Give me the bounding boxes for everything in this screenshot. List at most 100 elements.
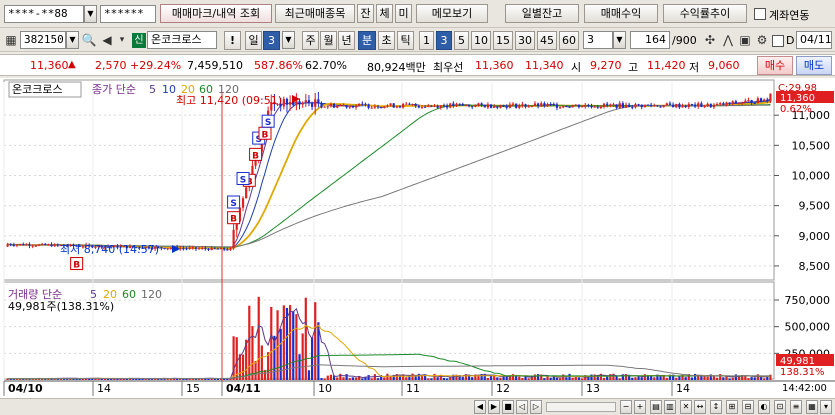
date-checkbox[interactable] [772,35,784,47]
interval-45-button[interactable]: 45 [537,31,557,50]
chart-tool-5-button[interactable]: ↕ [710,400,722,414]
interval-1-button[interactable]: 1 [419,31,434,50]
chart-tool-6-button[interactable]: ⊞ [726,400,738,414]
account-link-checkbox[interactable] [754,8,766,20]
candle-body [455,103,458,107]
trade-profit-button[interactable]: 매매수익 [584,4,658,23]
period-minute-button[interactable]: 분 [358,31,376,50]
candle-body [216,248,220,250]
candle-body [678,103,681,108]
trade-mark-query-button[interactable]: 매매마크/내역 조회 [160,4,272,23]
chart-tool-12-button[interactable]: ▾ [820,400,832,414]
daily-balance-button[interactable]: 일별잔고 [505,4,579,23]
scroll-left-button[interactable]: ◁ [516,400,528,414]
stop-button[interactable]: ■ [502,400,514,414]
volume-bar [715,377,719,380]
candle-body [643,104,646,108]
crosshair-icon[interactable]: ✣ [702,31,718,49]
password-field[interactable]: ****** [100,5,156,23]
interval-15-button[interactable]: 15 [493,31,513,50]
period-tick-button[interactable]: 틱 [397,31,414,50]
price-volume-chart[interactable]: 04/10141504/111011121314 BSBSBSBSB 11,00… [0,78,835,398]
chart-tool-4-button[interactable]: ↔ [694,400,706,414]
volume-bar [78,379,81,380]
indicator-icon[interactable]: ⋀ [720,31,736,49]
profit-trend-button[interactable]: 수익률추이 [663,4,747,23]
unexecuted-button[interactable]: 미 [395,4,412,23]
memo-view-button[interactable]: 메모보기 [416,4,488,23]
volume-bar [587,377,590,380]
candle-body [197,248,201,250]
recent-trades-button[interactable]: 최근매매종목 [275,4,355,23]
interval-60-button[interactable]: 60 [559,31,579,50]
zoom-out-button[interactable]: − [620,400,632,414]
account-dropdown[interactable]: ▼ [84,5,97,23]
chart-tool-3-button[interactable]: ✕ [680,400,692,414]
candle-body [405,103,408,105]
play-button[interactable]: ▶ [488,400,500,414]
volume-bar [747,378,750,380]
scroll-start-button[interactable]: ◀ [474,400,486,414]
volume-bar [320,378,323,380]
search-icon[interactable]: 🔍 [81,31,97,49]
alert-button[interactable]: ! [224,31,241,50]
period-day-button[interactable]: 일 [245,31,262,50]
interval-3-button[interactable]: 3 [436,31,452,50]
candle-body [631,106,634,108]
candle-body [301,102,304,105]
interval-value-field[interactable]: 3 [583,31,613,49]
volume-bar [728,378,731,380]
volume-bar [323,378,326,380]
candle-body [194,247,198,249]
date-input[interactable]: 04/11 [796,31,832,49]
candle-body [307,100,311,103]
grid-menu-icon[interactable]: ▦ [3,31,19,49]
period-dropdown[interactable]: ▼ [282,31,295,49]
interval-value-dropdown[interactable]: ▼ [613,31,626,49]
interval-10-button[interactable]: 10 [471,31,491,50]
chart-tool-11-button[interactable]: ▦ [806,400,818,414]
stock-code-input[interactable]: 382150 [20,31,66,49]
scroll-track[interactable] [546,402,616,412]
chart-tool-10-button[interactable]: ≡ [790,400,802,414]
speaker-icon[interactable]: ◀ [99,31,115,49]
x-tick-label: 04/10 [8,382,43,395]
save-icon[interactable]: ▣ [737,31,753,49]
sell-button[interactable]: 매도 [796,56,832,75]
buy-button[interactable]: 매수 [757,56,793,75]
chart-tool-1-button[interactable]: ▤ [650,400,662,414]
open-label: 시 [571,61,582,74]
volume-bar [185,378,188,380]
settings-dropdown-icon[interactable]: ▾ [114,31,130,49]
candle-body [712,104,716,108]
candle-body [530,106,533,108]
period-year-button[interactable]: 년 [338,31,355,50]
balance-button[interactable]: 잔 [357,4,374,23]
chart-tool-8-button[interactable]: ◐ [758,400,770,414]
chart-tool-7-button[interactable]: ⊟ [742,400,754,414]
candle-body [241,198,245,208]
price-change: 2,570 [95,59,127,72]
candle-body [22,244,25,246]
executed-button[interactable]: 체 [376,4,393,23]
chart-tool-2-button[interactable]: ▥ [664,400,676,414]
period-week-button[interactable]: 주 [302,31,319,50]
period-second-button[interactable]: 초 [378,31,395,50]
candle-body [599,106,603,108]
chart-tool-9-button[interactable]: ⊡ [774,400,786,414]
interval-30-button[interactable]: 30 [515,31,535,50]
period-month-button[interactable]: 월 [320,31,337,50]
data-count-input[interactable]: 164 [630,31,670,49]
interval-5-button[interactable]: 5 [454,31,469,50]
period-number-button[interactable]: 3 [263,31,280,50]
candle-body [160,247,163,249]
account-number-field[interactable]: ****-**88 [4,5,84,23]
price-tick-label: 9,500 [799,200,831,213]
zoom-in-button[interactable]: + [634,400,646,414]
data-count-total: /900 [672,34,697,47]
gear-icon[interactable]: ⚙ [754,31,770,49]
volume-bar [351,377,354,380]
scroll-right-button[interactable]: ▷ [530,400,542,414]
stock-code-dropdown[interactable]: ▼ [66,31,79,49]
volume-bar [665,377,668,380]
